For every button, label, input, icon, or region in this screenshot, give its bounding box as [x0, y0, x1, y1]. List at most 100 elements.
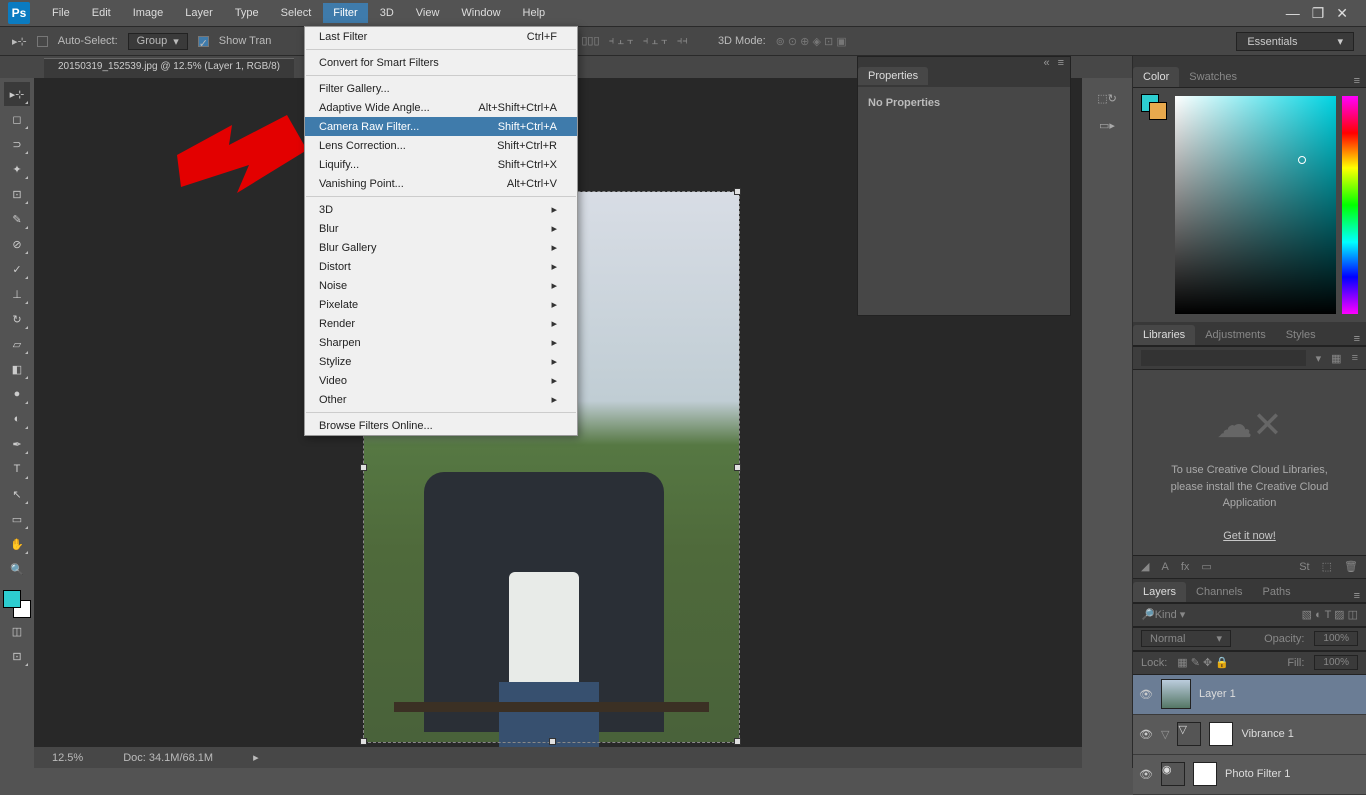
lasso-tool[interactable]: ⊃	[4, 132, 30, 156]
maximize-icon[interactable]: ❐	[1312, 5, 1325, 22]
adjustments-tab[interactable]: Adjustments	[1195, 325, 1276, 345]
opacity-input[interactable]: 100%	[1314, 631, 1358, 646]
lib-icon-2[interactable]: A	[1161, 561, 1168, 573]
auto-select-checkbox[interactable]	[37, 36, 48, 47]
quickmask-tool[interactable]: ◫	[4, 619, 30, 643]
lib-icon-1[interactable]: ◢	[1141, 560, 1149, 573]
kind-filter[interactable]: 🔎Kind ▾	[1141, 608, 1185, 621]
libraries-tab[interactable]: Libraries	[1133, 325, 1195, 345]
eraser-tool[interactable]: ▱	[4, 332, 30, 356]
submenu-distort[interactable]: Distort▸	[305, 257, 577, 276]
transform-handle[interactable]	[549, 738, 556, 745]
zoom-level[interactable]: 12.5%	[52, 752, 83, 764]
move-tool[interactable]: ▸⊹	[4, 82, 30, 106]
color-panel[interactable]	[1133, 88, 1366, 322]
marquee-tool[interactable]: ◻	[4, 107, 30, 131]
layer-name[interactable]: Layer 1	[1199, 688, 1236, 700]
document-tab[interactable]: 20150319_152539.jpg @ 12.5% (Layer 1, RG…	[44, 58, 294, 78]
menu-last-filter[interactable]: Last FilterCtrl+F	[305, 27, 577, 46]
menu-convert-smart[interactable]: Convert for Smart Filters	[305, 53, 577, 72]
hue-slider[interactable]	[1342, 96, 1358, 314]
layer-row[interactable]: 👁 ◉ Photo Filter 1	[1133, 755, 1366, 795]
menu-view[interactable]: View	[406, 3, 450, 23]
transform-handle[interactable]	[360, 464, 367, 471]
doc-size[interactable]: Doc: 34.1M/68.1M	[123, 752, 213, 764]
hand-tool[interactable]: ✋	[4, 532, 30, 556]
menu-vanishing-point[interactable]: Vanishing Point...Alt+Ctrl+V	[305, 174, 577, 193]
panel-menu-icon[interactable]: ≡	[1348, 590, 1366, 602]
color-tab[interactable]: Color	[1133, 67, 1179, 87]
screenmode-tool[interactable]: ⊡	[4, 644, 30, 668]
workspace-switcher[interactable]: Essentials▾	[1236, 32, 1354, 51]
panel-menu-icon[interactable]: ≡	[1348, 333, 1366, 345]
group-select[interactable]: Group▾	[128, 33, 188, 50]
lib-icon-6[interactable]: ⬚	[1322, 560, 1332, 573]
mask-thumb[interactable]	[1209, 722, 1233, 746]
crop-tool[interactable]: ⊡	[4, 182, 30, 206]
submenu-pixelate[interactable]: Pixelate▸	[305, 295, 577, 314]
panel-menu-icon[interactable]: ≡	[1348, 75, 1366, 87]
swatches-tab[interactable]: Swatches	[1179, 67, 1247, 87]
menu-window[interactable]: Window	[451, 3, 510, 23]
submenu-noise[interactable]: Noise▸	[305, 276, 577, 295]
menu-filter-gallery[interactable]: Filter Gallery...	[305, 79, 577, 98]
pen-tool[interactable]: ✒	[4, 432, 30, 456]
lock-icons[interactable]: ▦ ✎ ✥ 🔒	[1177, 656, 1229, 669]
stamp-tool[interactable]: ⊥	[4, 282, 30, 306]
submenu-blur-gallery[interactable]: Blur Gallery▸	[305, 238, 577, 257]
menu-type[interactable]: Type	[225, 3, 269, 23]
history-brush-tool[interactable]: ↻	[4, 307, 30, 331]
history-panel-icon[interactable]: ⬚↻	[1097, 92, 1117, 105]
brush-tool[interactable]: ✓	[4, 257, 30, 281]
menu-adaptive-wide-angle[interactable]: Adaptive Wide Angle...Alt+Shift+Ctrl+A	[305, 98, 577, 117]
menu-liquify[interactable]: Liquify...Shift+Ctrl+X	[305, 155, 577, 174]
submenu-stylize[interactable]: Stylize▸	[305, 352, 577, 371]
align-icons[interactable]: ▯▯▯ ⫞ ⫠ ⫟ ⫞ ⫠ ⫟ ⫞⫞	[581, 34, 688, 48]
path-tool[interactable]: ↖	[4, 482, 30, 506]
view-grid-icon[interactable]: ▦	[1331, 352, 1341, 365]
lib-icon-3[interactable]: fx	[1181, 561, 1190, 573]
3d-icons[interactable]: ⊚ ⊙ ⊕ ◈ ⊡ ▣	[776, 35, 847, 48]
fill-input[interactable]: 100%	[1314, 655, 1358, 670]
panel-menu-icon[interactable]: ≡	[1058, 57, 1064, 65]
lib-icon-4[interactable]: ▭	[1201, 560, 1211, 573]
submenu-render[interactable]: Render▸	[305, 314, 577, 333]
menu-layer[interactable]: Layer	[175, 3, 223, 23]
layer-thumb[interactable]	[1161, 679, 1191, 709]
transform-handle[interactable]	[734, 188, 741, 195]
wand-tool[interactable]: ✦	[4, 157, 30, 181]
healing-tool[interactable]: ⊘	[4, 232, 30, 256]
expand-icon[interactable]: ▽	[1161, 728, 1169, 741]
menu-image[interactable]: Image	[123, 3, 174, 23]
menu-browse-filters[interactable]: Browse Filters Online...	[305, 416, 577, 435]
styles-tab[interactable]: Styles	[1276, 325, 1326, 345]
show-transform-checkbox[interactable]: ✓	[198, 36, 209, 47]
layers-tab[interactable]: Layers	[1133, 582, 1186, 602]
transform-handle[interactable]	[360, 738, 367, 745]
minimize-icon[interactable]: —	[1286, 5, 1300, 22]
transform-handle[interactable]	[734, 464, 741, 471]
eyedropper-tool[interactable]: ✎	[4, 207, 30, 231]
gradient-tool[interactable]: ◧	[4, 357, 30, 381]
adjustment-thumb[interactable]: ▽	[1177, 722, 1201, 746]
collapse-icon[interactable]: «	[1043, 57, 1049, 65]
menu-lens-correction[interactable]: Lens Correction...Shift+Ctrl+R	[305, 136, 577, 155]
submenu-other[interactable]: Other▸	[305, 390, 577, 409]
view-list-icon[interactable]: ≡	[1352, 352, 1358, 364]
visibility-icon[interactable]: 👁	[1139, 688, 1153, 701]
zoom-tool[interactable]: 🔍	[4, 557, 30, 581]
visibility-icon[interactable]: 👁	[1139, 728, 1153, 741]
menu-help[interactable]: Help	[513, 3, 556, 23]
menu-file[interactable]: File	[42, 3, 80, 23]
submenu-sharpen[interactable]: Sharpen▸	[305, 333, 577, 352]
layer-name[interactable]: Vibrance 1	[1241, 728, 1293, 740]
layer-row[interactable]: 👁 ▽ ▽ Vibrance 1	[1133, 715, 1366, 755]
lib-icon-5[interactable]: St	[1299, 561, 1309, 573]
properties-panel[interactable]: «≡ Properties No Properties	[857, 56, 1071, 316]
layer-name[interactable]: Photo Filter 1	[1225, 768, 1290, 780]
paths-tab[interactable]: Paths	[1253, 582, 1301, 602]
color-swatches[interactable]	[3, 590, 31, 618]
submenu-video[interactable]: Video▸	[305, 371, 577, 390]
submenu-blur[interactable]: Blur▸	[305, 219, 577, 238]
properties-tab[interactable]: Properties	[858, 67, 928, 85]
